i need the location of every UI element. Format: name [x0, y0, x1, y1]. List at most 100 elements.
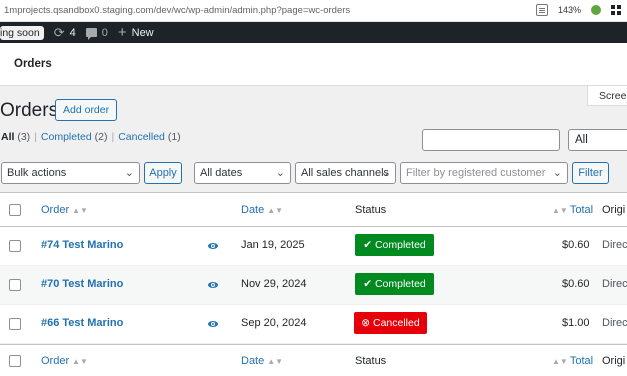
- order-column-label: Order: [41, 204, 70, 216]
- url-text[interactable]: 1mprojects.qsandbox0.staging.com/dev/wc/…: [4, 5, 350, 16]
- updates-count: 4: [69, 26, 76, 39]
- bulk-actions-value: Bulk actions: [7, 167, 67, 179]
- new-content-item[interactable]: + New: [118, 25, 154, 40]
- bulk-actions-select[interactable]: Bulk actions ⌄: [1, 162, 140, 184]
- comments-item[interactable]: 0: [85, 26, 108, 40]
- view-completed-label: Completed: [40, 131, 92, 143]
- chevron-down-icon: ⌄: [124, 167, 134, 179]
- order-origin: Direct: [602, 239, 627, 251]
- row-checkbox[interactable]: [9, 318, 21, 330]
- x-circle-icon: ⊗: [361, 317, 373, 329]
- select-all-checkbox[interactable]: [9, 204, 21, 216]
- separator: |: [111, 131, 115, 143]
- order-total: $0.60: [562, 239, 590, 251]
- total-column-header[interactable]: ▲▼ Total: [552, 204, 593, 216]
- screen-options-tab[interactable]: Screen: [587, 86, 627, 106]
- view-cancelled-link[interactable]: Cancelled (1): [118, 131, 180, 143]
- total-column-label: Total: [569, 355, 594, 367]
- table-row[interactable]: #70 Test Marino Nov 29, 2024 ✔ Completed…: [0, 266, 627, 305]
- order-column-label: Order: [41, 355, 70, 367]
- extension-icon[interactable]: [591, 5, 601, 15]
- order-date: Nov 29, 2024: [241, 278, 307, 290]
- check-icon: ✔: [363, 278, 375, 290]
- row-checkbox[interactable]: [9, 279, 21, 291]
- table-footer-row: Order ▲▼ Date ▲▼ Status ▲▼ Total Origi: [0, 344, 627, 376]
- order-origin: Direct: [602, 317, 627, 329]
- preview-eye-icon[interactable]: [208, 243, 218, 249]
- woocommerce-header: Orders: [0, 43, 627, 86]
- search-orders-input[interactable]: [422, 129, 560, 151]
- coming-soon-badge[interactable]: ing soon: [0, 25, 44, 40]
- comments-count: 0: [101, 26, 108, 39]
- view-all-label: All: [1, 131, 15, 143]
- dates-select[interactable]: All dates ⌄: [194, 162, 291, 184]
- preview-eye-icon[interactable]: [208, 282, 218, 288]
- sort-icon: ▲▼: [72, 357, 88, 366]
- date-column-footer[interactable]: Date ▲▼: [241, 355, 283, 367]
- browser-url-bar[interactable]: 1mprojects.qsandbox0.staging.com/dev/wc/…: [0, 0, 627, 22]
- order-column-footer[interactable]: Order ▲▼: [41, 355, 88, 367]
- apply-button[interactable]: Apply: [144, 162, 182, 184]
- view-completed-link[interactable]: Completed (2): [41, 131, 108, 143]
- customer-filter-select[interactable]: Filter by registered customer ⌄: [400, 162, 568, 184]
- header-title: Orders: [14, 58, 52, 70]
- total-column-footer[interactable]: ▲▼ Total: [552, 355, 593, 367]
- total-column-label: Total: [569, 204, 594, 216]
- sort-icon: ▲▼: [267, 357, 284, 366]
- preview-eye-icon[interactable]: [208, 321, 218, 327]
- reader-view-icon[interactable]: [535, 4, 548, 16]
- zoom-level[interactable]: 143%: [558, 5, 581, 15]
- date-column-label: Date: [241, 204, 265, 216]
- date-column-header[interactable]: Date ▲▼: [241, 204, 283, 216]
- view-all-link[interactable]: All (3): [1, 131, 30, 143]
- orders-table: Order ▲▼ Date ▲▼ Status ▲▼ Total Origi #74 …: [0, 192, 627, 376]
- separator: |: [34, 131, 37, 143]
- wp-admin-bar: ing soon ⟳ 4 0 + New: [0, 22, 627, 43]
- status-label: Completed: [374, 239, 426, 251]
- updates-icon: ⟳: [53, 24, 65, 40]
- order-link[interactable]: #74 Test Marino: [41, 239, 123, 251]
- sort-icon: ▲▼: [267, 206, 284, 215]
- sort-icon: ▲▼: [72, 206, 88, 215]
- chevron-down-icon: ⌄: [275, 167, 285, 179]
- date-column-label: Date: [241, 355, 265, 367]
- select-all-checkbox[interactable]: [9, 355, 21, 367]
- view-cancelled-count: (1): [167, 131, 181, 143]
- new-label: New: [131, 26, 154, 39]
- plus-icon: +: [117, 24, 127, 41]
- view-completed-count: (2): [94, 131, 108, 143]
- customer-filter-placeholder: Filter by registered customer: [406, 167, 546, 179]
- view-all-count: (3): [17, 131, 31, 143]
- status-column-footer: Status: [355, 355, 387, 367]
- order-total: $0.60: [562, 278, 590, 290]
- origin-column-header: Origi: [602, 204, 626, 216]
- page-title: Orders: [0, 100, 59, 121]
- row-checkbox[interactable]: [9, 240, 21, 252]
- status-badge: ✔ Completed: [355, 273, 434, 295]
- dates-value: All dates: [200, 167, 243, 179]
- add-order-button[interactable]: Add order: [55, 99, 118, 121]
- order-column-header[interactable]: Order ▲▼: [41, 204, 88, 216]
- comment-bubble-icon: [85, 28, 97, 40]
- status-label: Completed: [374, 278, 426, 290]
- check-icon: ✔: [363, 239, 375, 251]
- chevron-down-icon: ⌄: [552, 167, 562, 179]
- browser-toolbar-right: 143%: [535, 4, 621, 16]
- table-row[interactable]: #66 Test Marino Sep 20, 2024 ⊗ Cancelled…: [0, 305, 627, 344]
- table-header-row: Order ▲▼ Date ▲▼ Status ▲▼ Total Origi: [0, 193, 627, 227]
- filter-button[interactable]: Filter: [572, 162, 609, 184]
- search-filter-select[interactable]: All: [568, 129, 627, 151]
- view-cancelled-label: Cancelled: [118, 131, 165, 143]
- order-link[interactable]: #66 Test Marino: [41, 317, 123, 329]
- order-total: $1.00: [562, 317, 590, 329]
- sales-channels-select[interactable]: All sales channels ⌄: [295, 162, 396, 184]
- order-date: Sep 20, 2024: [241, 317, 307, 329]
- order-link[interactable]: #70 Test Marino: [41, 278, 123, 290]
- updates-item[interactable]: ⟳ 4: [54, 25, 76, 41]
- qr-code-icon[interactable]: [611, 5, 621, 15]
- chevron-down-icon: ⌄: [380, 167, 390, 179]
- sort-icon: ▲▼: [552, 357, 568, 366]
- status-badge: ⊗ Cancelled: [354, 312, 427, 334]
- order-origin: Direct: [602, 278, 627, 290]
- table-row[interactable]: #74 Test Marino Jan 19, 2025 ✔ Completed…: [0, 227, 627, 266]
